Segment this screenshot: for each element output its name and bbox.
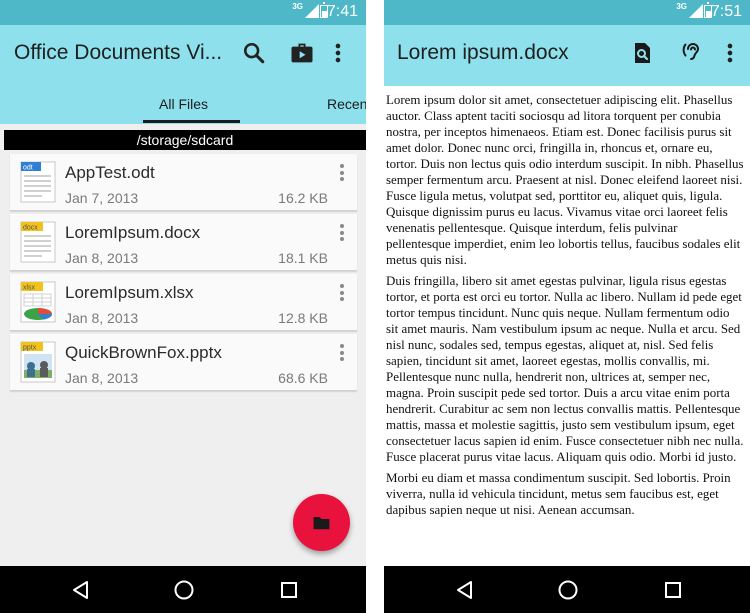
list-item-apptest[interactable]: odt AppTest.odt Jan 7, 2013 16.2 KB [10,154,357,211]
document-paragraph: Lorem ipsum dolor sit amet, consectetuer… [386,92,744,267]
clock: 7:41 [326,3,358,20]
back-icon[interactable] [69,578,93,602]
item-menu-button[interactable] [338,344,346,364]
status-bar: 3G 7:51 [384,0,750,25]
overflow-menu-icon [335,43,341,63]
back-icon[interactable] [453,578,477,602]
app-bar: Lorem ipsum.docx [384,25,750,86]
app-bar: Office Documents Vi... All Files Recen [0,25,366,124]
xlsx-badge: xlsx [23,285,36,292]
open-folder-fab[interactable] [293,494,350,551]
file-size: 16.2 KB [278,190,328,206]
file-date: Jan 8, 2013 [65,310,139,326]
file-name: QuickBrownFox.pptx [65,343,222,362]
signal-icon [305,4,319,18]
list-item-quickbrownfox[interactable]: pptx QuickBrownFox.pptx Jan 8, 2013 68.6… [10,334,357,391]
file-browser-screen: 3G 7:41 Office Documents Vi... All Files [0,0,366,613]
app-title: Office Documents Vi... [14,41,223,64]
item-menu-button[interactable] [338,224,346,244]
list-item-loremipsum-xlsx[interactable]: xlsx LoremIpsum.xlsx Jan 8, 2013 12.8 KB [10,274,357,331]
pptx-file-icon: pptx [20,341,56,383]
odt-badge: odt [23,165,33,172]
file-name: LoremIpsum.docx [65,223,201,242]
docx-badge: docx [23,225,38,232]
document-title: Lorem ipsum.docx [397,41,569,64]
find-in-document-button[interactable] [630,41,654,65]
tab-all-files[interactable]: All Files [159,96,208,112]
file-name: AppTest.odt [65,163,155,182]
navigation-bar [384,566,750,613]
file-list: odt AppTest.odt Jan 7, 2013 16.2 KB docx… [10,154,357,394]
signal-icon [689,4,703,18]
home-icon[interactable] [172,578,196,602]
tab-indicator [143,120,240,123]
open-files-button[interactable] [288,39,316,67]
list-item-loremipsum-docx[interactable]: docx LoremIpsum.docx Jan 8, 2013 18.1 KB [10,214,357,271]
search-button[interactable] [240,39,268,67]
document-viewer-screen: 3G 7:51 Lorem ipsum.docx Lorem ipsum dol… [384,0,750,613]
odt-file-icon: odt [20,161,56,203]
file-date: Jan 7, 2013 [65,190,139,206]
find-in-page-icon [635,43,650,63]
overflow-menu-button[interactable] [332,39,344,67]
network-type: 3G [292,2,303,11]
clock: 7:51 [710,3,742,20]
navigation-bar [0,566,366,613]
docx-file-icon: docx [20,221,56,263]
item-menu-button[interactable] [338,284,346,304]
search-icon [243,42,265,64]
hearing-icon [682,43,700,60]
file-size: 18.1 KB [278,250,328,266]
recents-icon[interactable] [661,578,685,602]
tab-bar: All Files Recen [0,87,366,124]
file-date: Jan 8, 2013 [65,370,139,386]
file-size: 68.6 KB [278,370,328,386]
document-paragraph: Morbi eu diam et massa condimentum susci… [386,470,731,517]
file-size: 12.8 KB [278,310,328,326]
document-paragraph: Duis fringilla, libero sit amet egestas … [386,273,744,464]
overflow-menu-icon [727,43,733,63]
overflow-menu-button[interactable] [724,39,736,67]
document-content[interactable]: Lorem ipsum dolor sit amet, consectetuer… [384,86,750,566]
home-icon[interactable] [556,578,580,602]
item-menu-button[interactable] [338,164,346,184]
status-bar: 3G 7:41 [0,0,366,25]
network-type: 3G [676,2,687,11]
file-name: LoremIpsum.xlsx [65,283,194,302]
pptx-badge: pptx [23,345,37,352]
xlsx-file-icon: xlsx [20,281,56,323]
folder-icon [313,516,330,530]
text-to-speech-button[interactable] [680,40,704,64]
recents-icon[interactable] [277,578,301,602]
file-date: Jan 8, 2013 [65,250,139,266]
briefcase-icon [291,43,313,63]
tab-recent[interactable]: Recen [327,96,366,112]
current-path: /storage/sdcard [4,130,366,150]
